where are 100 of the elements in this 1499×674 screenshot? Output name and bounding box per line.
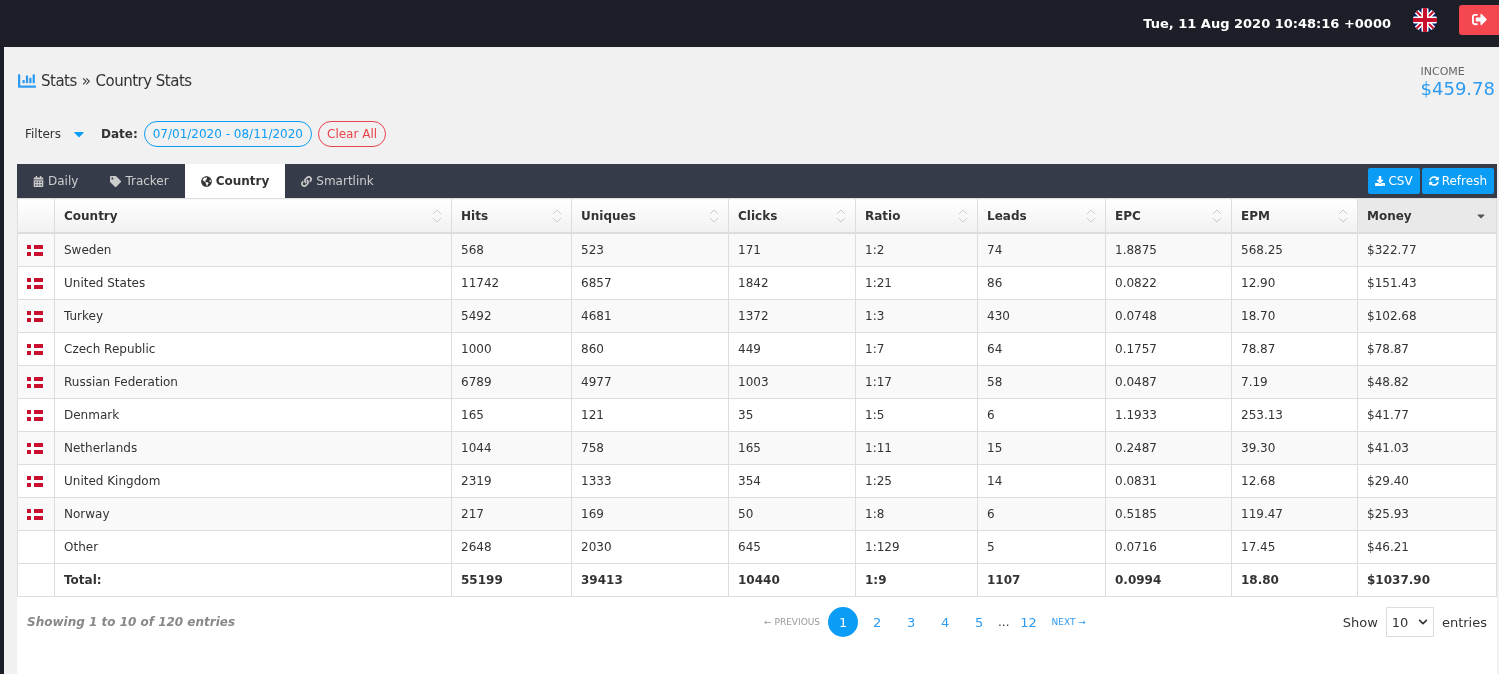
sort-icon[interactable]: [1338, 207, 1348, 224]
table-cell: 1:2: [865, 243, 885, 257]
table-cell: 0.0716: [1115, 540, 1157, 554]
table-cell: 165: [738, 441, 761, 455]
date-label: Date:: [101, 127, 138, 141]
flag-icon[interactable]: [1413, 7, 1437, 32]
table-cell: United Kingdom: [64, 474, 161, 488]
entries-label: entries: [1441, 614, 1487, 630]
total-cell: Total:: [64, 573, 102, 587]
page-title: Country Stats: [95, 72, 192, 90]
column-header[interactable]: Ratio: [855, 198, 978, 233]
table-cell: 6857: [581, 276, 612, 290]
table-cell: 35: [738, 408, 754, 422]
table-cell: 11742: [461, 276, 500, 290]
table-cell: 0.0748: [1115, 309, 1157, 323]
total-cell: 39413: [581, 573, 623, 587]
table-cell: Czech Republic: [64, 342, 156, 356]
table-cell: $29.40: [1367, 474, 1409, 488]
table-cell: 860: [581, 342, 604, 356]
column-header[interactable]: Hits: [451, 198, 572, 233]
table-cell: 5492: [461, 309, 492, 323]
filters-toggle[interactable]: Filters: [25, 126, 87, 142]
tab[interactable]: Smartlink: [285, 164, 390, 198]
table-cell: 1:8: [865, 507, 885, 521]
table-cell: $46.21: [1367, 540, 1409, 554]
column-header[interactable]: Uniques: [571, 198, 729, 233]
table-cell: 6: [987, 507, 995, 521]
refresh-icon: [1428, 176, 1439, 186]
table-cell: $41.77: [1367, 408, 1409, 422]
table-cell: 15: [987, 441, 1003, 455]
sort-icon[interactable]: [1212, 207, 1222, 224]
table-cell: 217: [461, 507, 484, 521]
table-cell: 1:11: [865, 441, 892, 455]
column-header[interactable]: EPC: [1105, 198, 1232, 233]
calendar-icon: [33, 175, 44, 187]
flag-icon: [27, 343, 43, 355]
sort-icon[interactable]: [432, 207, 442, 224]
table-cell: 1.1933: [1115, 408, 1157, 422]
column-header[interactable]: EPM: [1231, 198, 1358, 233]
table-cell: 14: [987, 474, 1003, 488]
table-cell: 430: [987, 309, 1010, 323]
table-cell: 58: [987, 375, 1003, 389]
table-cell: 64: [987, 342, 1003, 356]
ellipsis: ...: [998, 615, 1010, 629]
sort-icon[interactable]: [958, 207, 968, 224]
total-cell: 0.0994: [1115, 573, 1162, 587]
tab[interactable]: Country: [184, 164, 286, 198]
table-cell: 18.70: [1241, 309, 1276, 323]
table-cell: 7.19: [1241, 375, 1268, 389]
sort-icon[interactable]: [836, 207, 846, 224]
bar-chart-icon: [18, 72, 36, 90]
flag-icon: [27, 409, 43, 421]
table-cell: $25.93: [1367, 507, 1409, 521]
sort-icon[interactable]: [709, 207, 719, 224]
table-cell: 1842: [738, 276, 769, 290]
table-cell: 0.5185: [1115, 507, 1157, 521]
column-header[interactable]: Country: [54, 198, 452, 233]
table-cell: 354: [738, 474, 761, 488]
table-cell: 449: [738, 342, 761, 356]
table-cell: 119.47: [1241, 507, 1283, 521]
table-cell: 1:5: [865, 408, 885, 422]
table-cell: United States: [64, 276, 146, 290]
download-icon: [1375, 176, 1386, 186]
table-cell: 4977: [581, 375, 612, 389]
logout-button[interactable]: [1459, 4, 1499, 35]
globe-icon: [200, 175, 212, 187]
table-cell: 17.45: [1241, 540, 1276, 554]
column-header[interactable]: Clicks: [728, 198, 856, 233]
flag-icon: [27, 508, 43, 520]
table-cell: 4681: [581, 309, 612, 323]
table-cell: 1.8875: [1115, 243, 1157, 257]
sort-icon[interactable]: [1086, 207, 1096, 224]
table-cell: 1000: [461, 342, 492, 356]
tab[interactable]: Tracker: [94, 164, 185, 198]
table-cell: 568.25: [1241, 243, 1283, 257]
table-cell: 12.68: [1241, 474, 1276, 488]
sort-icon[interactable]: [552, 207, 562, 224]
tab[interactable]: Daily: [17, 164, 95, 198]
table-cell: 0.0831: [1115, 474, 1157, 488]
table-cell: 0.0822: [1115, 276, 1157, 290]
table-cell: 1:21: [865, 276, 892, 290]
flag-icon: [27, 277, 43, 289]
table-cell: Other: [64, 540, 99, 554]
page-size-select[interactable]: 10: [1385, 607, 1434, 637]
table-cell: Turkey: [64, 309, 104, 323]
table-cell: $151.43: [1367, 276, 1417, 290]
table-cell: Sweden: [64, 243, 112, 257]
tag-icon: [110, 175, 122, 187]
total-cell: 1107: [987, 573, 1021, 587]
table-cell: Norway: [64, 507, 110, 521]
breadcrumb-link[interactable]: Stats: [41, 72, 77, 90]
logout-icon: [1471, 12, 1487, 27]
column-header[interactable]: Leads: [977, 198, 1106, 233]
column-header[interactable]: Money: [1357, 198, 1497, 233]
income-label: INCOME: [1420, 65, 1465, 78]
table-cell: 2319: [461, 474, 492, 488]
table-cell: 1:25: [865, 474, 892, 488]
table-cell: 6: [987, 408, 995, 422]
table-cell: 165: [461, 408, 484, 422]
table-cell: 0.0487: [1115, 375, 1157, 389]
